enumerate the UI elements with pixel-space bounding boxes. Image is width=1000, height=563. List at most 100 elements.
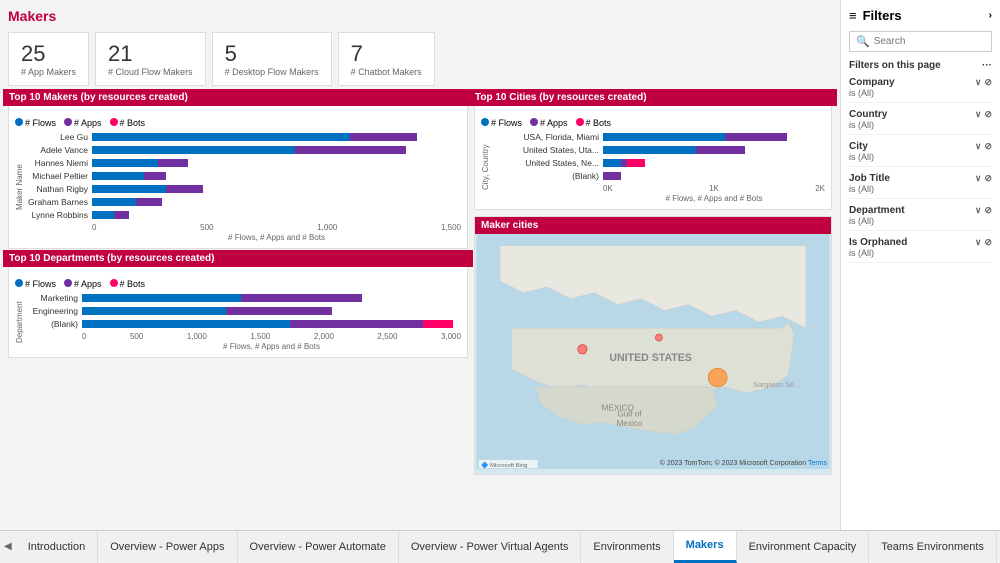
- filter-orphaned-clear[interactable]: ⊘: [984, 237, 992, 248]
- filter-panel: ≡ Filters › 🔍 Filters on this page ··· C…: [840, 0, 1000, 530]
- map-svg: Gulf of Mexico UNITED STATES MEXICO Sarg…: [475, 234, 831, 469]
- dept-legend-flows: # Flows: [15, 279, 56, 289]
- kpi-desktop-makers: 5 # Desktop Flow Makers: [212, 32, 332, 86]
- bar-row-blank-city: (Blank): [493, 171, 825, 181]
- kpi-desktop-makers-value: 5: [225, 41, 319, 67]
- filter-header: ≡ Filters ›: [849, 8, 992, 23]
- dept-y-axis: Department: [15, 293, 27, 351]
- kpi-cloud-makers-value: 21: [108, 41, 193, 67]
- bar-row-miami: USA, Florida, Miami: [493, 132, 825, 142]
- bar-row-ne: United States, Ne...: [493, 158, 825, 168]
- svg-text:Sargasso Se...: Sargasso Se...: [753, 382, 799, 389]
- filter-dept-expand[interactable]: ∨: [975, 205, 982, 216]
- bar-row-marketing: Marketing: [27, 293, 461, 303]
- tab-introduction[interactable]: Introduction: [16, 531, 98, 563]
- filter-city: City ∨ ⊘ is (All): [849, 141, 992, 167]
- cities-x-label: # Flows, # Apps and # Bots: [493, 194, 825, 203]
- search-icon: 🔍: [856, 35, 870, 48]
- filters-section-more[interactable]: ···: [982, 60, 992, 71]
- filter-orphaned: Is Orphaned ∨ ⊘ is (All): [849, 237, 992, 263]
- tab-overview-power-apps[interactable]: Overview - Power Apps: [98, 531, 237, 563]
- city-dot-ne: [655, 334, 662, 341]
- kpi-row: 25 # App Makers 21 # Cloud Flow Makers 5…: [8, 32, 832, 86]
- dept-legend-apps: # Apps: [64, 279, 102, 289]
- page-title: Makers: [8, 8, 832, 24]
- top10-departments-title: Top 10 Departments (by resources created…: [3, 250, 473, 267]
- cities-y-axis: City, Country: [481, 132, 493, 203]
- top10-makers-chart: Top 10 Makers (by resources created) # F…: [8, 94, 468, 249]
- tab-overview-virtual-agents[interactable]: Overview - Power Virtual Agents: [399, 531, 582, 563]
- kpi-app-makers: 25 # App Makers: [8, 32, 89, 86]
- map-terms-link[interactable]: Terms: [808, 460, 827, 467]
- kpi-desktop-makers-label: # Desktop Flow Makers: [225, 67, 319, 77]
- cities-legend: # Flows # Apps # Bots: [481, 118, 825, 128]
- filters-section-title: Filters on this page ···: [849, 60, 992, 71]
- filter-jobtitle-expand[interactable]: ∨: [975, 173, 982, 184]
- tab-makers[interactable]: Makers: [674, 531, 737, 563]
- filter-department: Department ∨ ⊘ is (All): [849, 205, 992, 231]
- filter-company: Company ∨ ⊘ is (All): [849, 77, 992, 103]
- bar-row-engineering: Engineering: [27, 306, 461, 316]
- filter-job-title: Job Title ∨ ⊘ is (All): [849, 173, 992, 199]
- cities-legend-flows: # Flows: [481, 118, 522, 128]
- tab-environments[interactable]: Environments: [581, 531, 673, 563]
- makers-x-ticks: 05001,0001,500: [27, 223, 461, 232]
- bar-row-michael: Michael Peltier: [27, 171, 461, 181]
- tab-overview-power-automate[interactable]: Overview - Power Automate: [238, 531, 399, 563]
- filter-country-expand[interactable]: ∨: [975, 109, 982, 120]
- legend-apps: # Apps: [64, 118, 102, 128]
- bar-row-utah: United States, Uta...: [493, 145, 825, 155]
- filter-orphaned-expand[interactable]: ∨: [975, 237, 982, 248]
- bar-row-hannes: Hannes Niemi: [27, 158, 461, 168]
- cities-legend-apps: # Apps: [530, 118, 568, 128]
- filter-dept-clear[interactable]: ⊘: [984, 205, 992, 216]
- kpi-app-makers-value: 25: [21, 41, 76, 67]
- filter-search-box[interactable]: 🔍: [849, 31, 992, 52]
- map-attribution: © 2023 TomTom; © 2023 Microsoft Corporat…: [660, 460, 827, 467]
- legend-bots: # Bots: [110, 118, 146, 128]
- filter-expand-icon[interactable]: ›: [989, 10, 992, 21]
- svg-text:Mexico: Mexico: [616, 419, 642, 428]
- dept-legend: # Flows # Apps # Bots: [15, 279, 461, 289]
- bar-row-lynne: Lynne Robbins: [27, 210, 461, 220]
- svg-text:UNITED STATES: UNITED STATES: [609, 352, 691, 364]
- filter-country: Country ∨ ⊘ is (All): [849, 109, 992, 135]
- cities-x-ticks: 0K1K2K: [493, 184, 825, 193]
- maker-cities-title: Maker cities: [475, 217, 831, 234]
- filter-city-clear[interactable]: ⊘: [984, 141, 992, 152]
- kpi-app-makers-label: # App Makers: [21, 67, 76, 77]
- svg-text:🔷 Microsoft Bing: 🔷 Microsoft Bing: [481, 461, 527, 469]
- top10-makers-title: Top 10 Makers (by resources created): [3, 89, 473, 106]
- tab-environment-capacity[interactable]: Environment Capacity: [737, 531, 870, 563]
- kpi-chatbot-makers: 7 # Chatbot Makers: [338, 32, 435, 86]
- bottom-nav: ◀ Introduction Overview - Power Apps Ove…: [0, 530, 1000, 562]
- filter-company-clear[interactable]: ⊘: [984, 77, 992, 88]
- kpi-chatbot-makers-label: # Chatbot Makers: [351, 67, 422, 77]
- bar-row-graham: Graham Barnes: [27, 197, 461, 207]
- filter-company-expand[interactable]: ∨: [975, 77, 982, 88]
- bar-row-blank-dept: (Blank): [27, 319, 461, 329]
- city-dot-utah: [578, 345, 587, 354]
- makers-legend: # Flows # Apps # Bots: [15, 118, 461, 128]
- svg-text:MEXICO: MEXICO: [601, 403, 633, 412]
- bar-row-lee-gu: Lee Gu: [27, 132, 461, 142]
- city-dot-miami: [708, 368, 727, 387]
- filter-country-clear[interactable]: ⊘: [984, 109, 992, 120]
- kpi-chatbot-makers-value: 7: [351, 41, 422, 67]
- dept-x-ticks: 05001,0001,5002,0002,5003,000: [27, 332, 461, 341]
- top10-departments-chart: Top 10 Departments (by resources created…: [8, 255, 468, 358]
- filter-jobtitle-clear[interactable]: ⊘: [984, 173, 992, 184]
- makers-y-axis: Maker Name: [15, 132, 27, 242]
- tab-teams-environments[interactable]: Teams Environments: [869, 531, 997, 563]
- nav-prev-arrow[interactable]: ◀: [0, 541, 16, 552]
- kpi-cloud-makers-label: # Cloud Flow Makers: [108, 67, 193, 77]
- dept-x-label: # Flows, # Apps and # Bots: [27, 342, 461, 351]
- filter-title: Filters: [863, 8, 902, 23]
- top10-cities-chart: Top 10 Cities (by resources created) # F…: [474, 94, 832, 210]
- top10-cities-title: Top 10 Cities (by resources created): [469, 89, 837, 106]
- filter-search-input[interactable]: [874, 36, 985, 47]
- bar-row-adele: Adele Vance: [27, 145, 461, 155]
- filter-city-expand[interactable]: ∨: [975, 141, 982, 152]
- cities-legend-bots: # Bots: [576, 118, 612, 128]
- dept-legend-bots: # Bots: [110, 279, 146, 289]
